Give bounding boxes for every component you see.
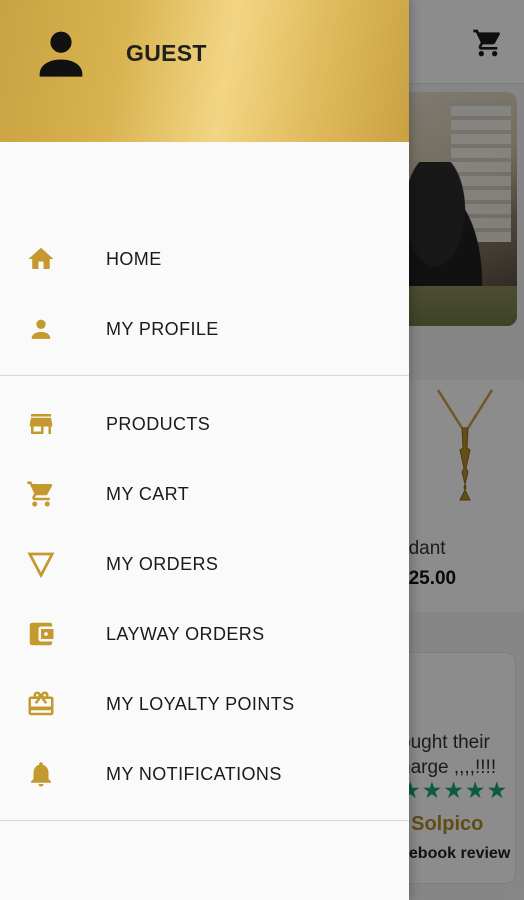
menu-divider [0,820,409,821]
menu-item-layway-orders[interactable]: LAYWAY ORDERS [0,599,409,669]
person-icon [24,312,58,346]
menu-item-my-notifications[interactable]: MY NOTIFICATIONS [0,739,409,809]
wallet-icon [24,617,58,651]
menu-item-label: LAYWAY ORDERS [106,623,265,644]
menu-divider [0,375,409,376]
menu-item-label: HOME [106,248,162,269]
menu-item-products[interactable]: PRODUCTS [0,389,409,459]
drawer-header: GUEST [0,0,409,142]
menu-item-label: PRODUCTS [106,413,211,434]
store-icon [24,407,58,441]
triangle-down-icon [24,547,58,581]
user-name: GUEST [126,40,207,66]
menu-item-my-cart[interactable]: MY CART [0,459,409,529]
bell-icon [24,757,58,791]
menu-item-home[interactable]: HOME [0,224,409,294]
menu-item-label: MY NOTIFICATIONS [106,763,282,784]
menu-item-my-profile[interactable]: MY PROFILE [0,294,409,364]
menu-item-label: MY LOYALTY POINTS [106,693,295,714]
menu-item-label: MY PROFILE [106,318,219,339]
menu-item-label: MY ORDERS [106,553,219,574]
navigation-drawer: GUEST HOME MY PROFILE PRODUCTS MY CART M… [0,0,409,900]
menu-item-label: MY CART [106,483,190,504]
home-icon [24,242,58,276]
menu-item-my-orders[interactable]: MY ORDERS [0,529,409,599]
menu-item-my-loyalty-points[interactable]: MY LOYALTY POINTS [0,669,409,739]
cart-icon [24,477,58,511]
account-icon[interactable] [34,26,88,80]
gift-card-icon [24,687,58,721]
